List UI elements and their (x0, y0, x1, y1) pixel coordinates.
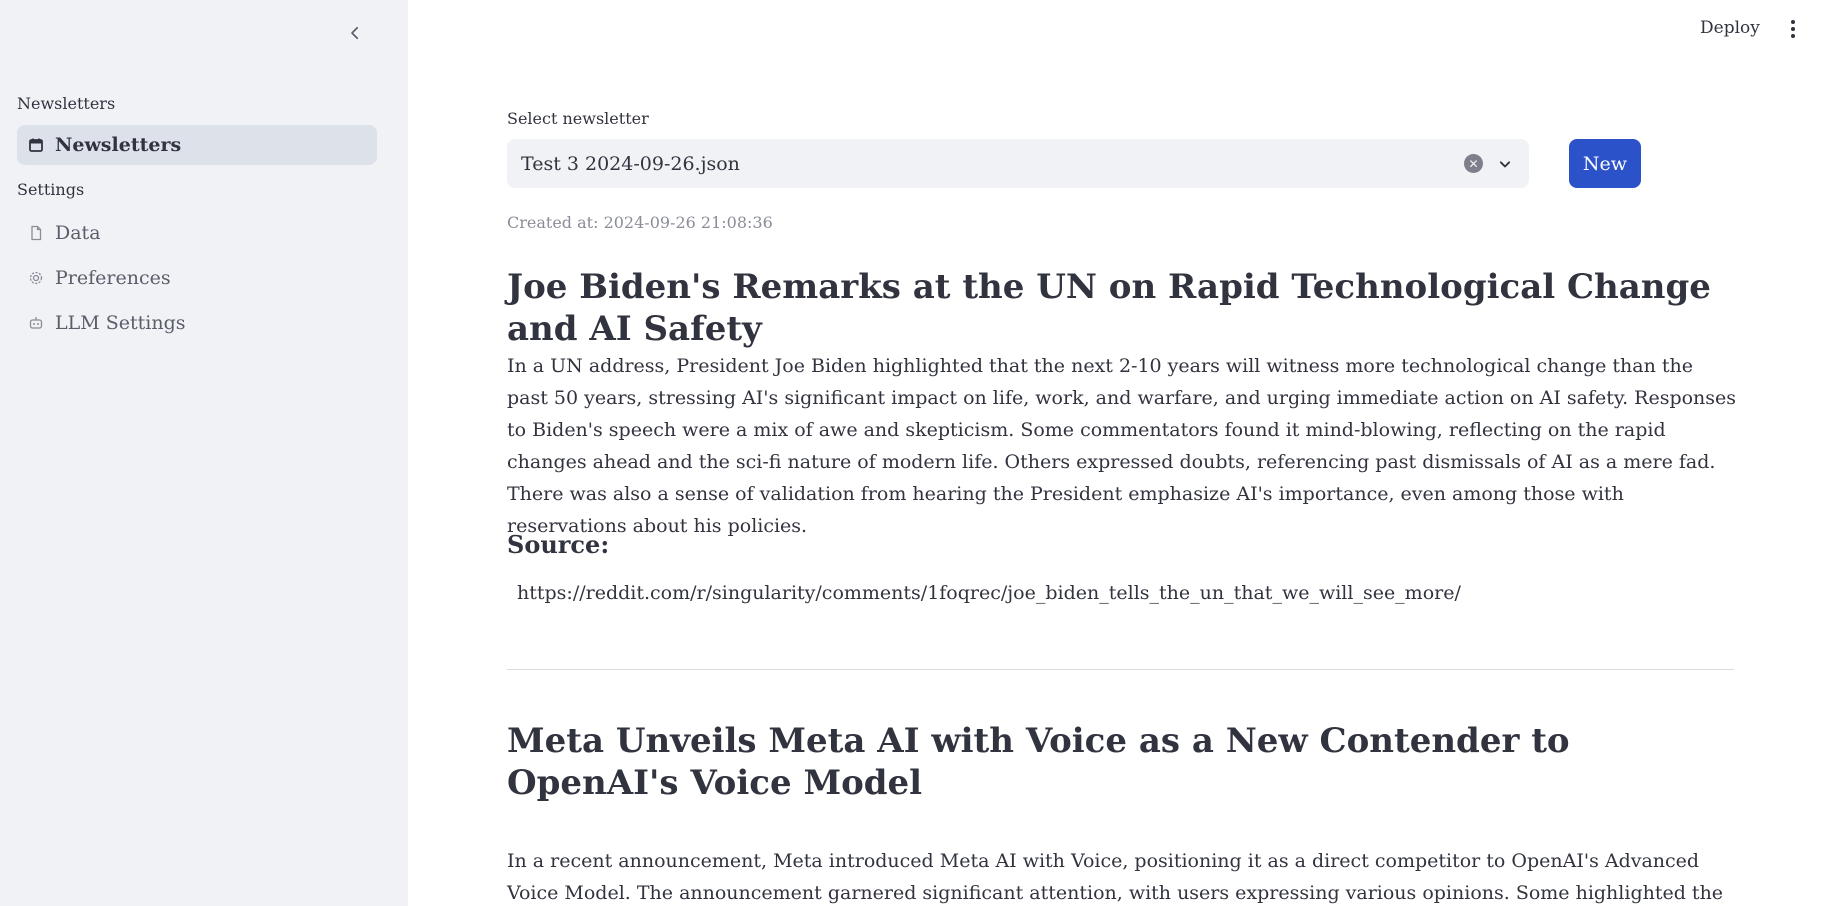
newsletter-select[interactable]: Test 3 2024-09-26.json ✕ (507, 139, 1529, 188)
sidebar-item-label: Newsletters (55, 134, 182, 156)
source-link[interactable]: https://reddit.com/r/singularity/comment… (517, 582, 1461, 604)
calendar-icon (27, 136, 45, 154)
sidebar-item-llm-settings[interactable]: LLM Settings (17, 303, 377, 343)
file-icon (27, 224, 45, 242)
robot-icon (27, 314, 45, 332)
sidebar-item-preferences[interactable]: Preferences (17, 258, 377, 298)
source-heading: Source: (507, 530, 610, 559)
select-newsletter-label: Select newsletter (507, 109, 649, 128)
chevron-down-icon[interactable] (1495, 154, 1515, 174)
sidebar-item-label: LLM Settings (55, 312, 186, 334)
gear-icon (27, 269, 45, 287)
sidebar: Newsletters Newsletters Settings Data Pr… (0, 0, 408, 906)
sidebar-section-settings: Settings (17, 180, 85, 199)
sidebar-item-label: Preferences (55, 267, 171, 289)
article-1-body: In a UN address, President Joe Biden hig… (507, 350, 1737, 542)
deploy-button[interactable]: Deploy (1700, 18, 1760, 38)
article-body: In a recent announcement, Meta introduce… (507, 850, 1724, 904)
article-title: Meta Unveils Meta AI with Voice as a New… (507, 721, 1570, 803)
newsletter-select-value: Test 3 2024-09-26.json (521, 152, 740, 175)
divider (507, 669, 1734, 670)
clear-icon[interactable]: ✕ (1464, 154, 1483, 173)
sidebar-item-newsletters[interactable]: Newsletters (17, 125, 377, 165)
article-2-body: In a recent announcement, Meta introduce… (507, 845, 1737, 906)
article-body: In a UN address, President Joe Biden hig… (507, 355, 1737, 537)
new-newsletter-button[interactable]: New (1569, 139, 1641, 188)
more-options-icon[interactable] (1783, 17, 1803, 41)
sidebar-item-data[interactable]: Data (17, 213, 377, 253)
chevron-left-icon (351, 26, 359, 40)
created-at: Created at: 2024-09-26 21:08:36 (507, 213, 773, 232)
collapse-sidebar-button[interactable] (340, 18, 370, 48)
article-2: Meta Unveils Meta AI with Voice as a New… (507, 720, 1687, 804)
sidebar-section-newsletters: Newsletters (17, 94, 116, 113)
article-1: Joe Biden's Remarks at the UN on Rapid T… (507, 266, 1737, 350)
article-title: Joe Biden's Remarks at the UN on Rapid T… (507, 267, 1711, 349)
sidebar-item-label: Data (55, 222, 101, 244)
